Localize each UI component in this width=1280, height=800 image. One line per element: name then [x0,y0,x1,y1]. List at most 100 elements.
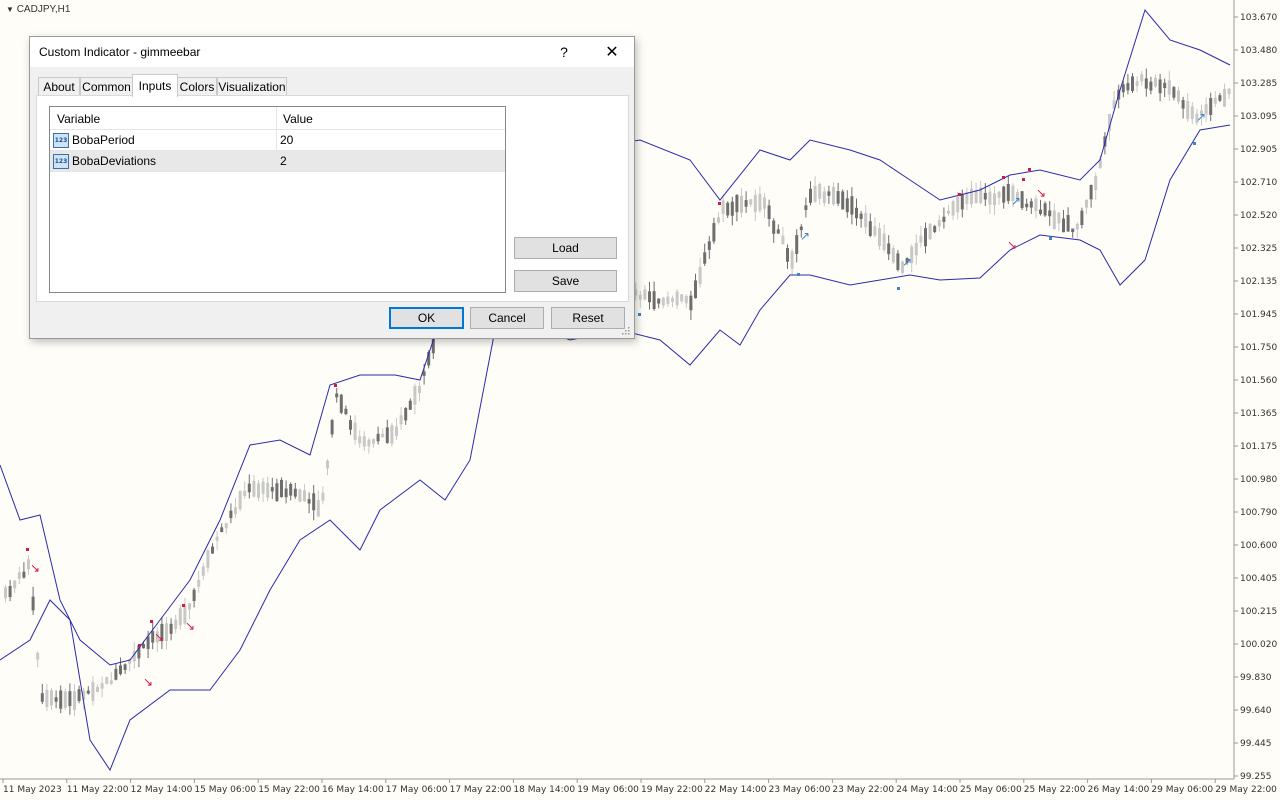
candle [1048,210,1052,217]
price-axis-label: 103.095 [1240,112,1277,122]
sell-arrow-icon: ↘ [185,619,195,633]
custom-indicator-dialog: Custom Indicator - gimmeebar ? ✕ About C… [29,36,635,339]
candle [827,191,831,196]
candle [753,195,757,212]
candle [339,394,343,413]
row-variable: BobaDeviations [72,154,157,168]
candle [266,482,270,498]
candle [924,228,927,247]
candle [413,386,417,405]
signal-dot [797,273,800,276]
candle [109,680,113,684]
candle [220,527,224,533]
candle [717,217,720,223]
tab-colors[interactable]: Colors [177,77,217,96]
candle [749,199,753,205]
close-icon[interactable]: ✕ [590,37,634,67]
candle [1140,74,1144,82]
sell-arrow-icon: ↘ [1007,238,1017,252]
candle [740,195,743,213]
candle [280,479,283,498]
candle [707,241,711,250]
signal-dot [26,548,29,551]
candle [197,579,201,587]
time-axis-label: 15 May 06:00 [194,785,256,795]
column-header-variable[interactable]: Variable [57,112,100,126]
123-icon: 123 [53,154,69,169]
candle [399,415,403,425]
time-axis-label: 22 May 14:00 [705,785,767,795]
cancel-button[interactable]: Cancel [470,307,544,329]
tab-about[interactable]: About [38,77,80,96]
table-row[interactable]: 123 BobaDeviations 2 [50,151,505,172]
inputs-panel: Variable Value 123 BobaPeriod 20 123 Bob… [36,95,629,302]
candle [721,200,725,214]
tab-common[interactable]: Common [80,77,133,96]
candle [1034,198,1038,212]
candle [763,197,766,209]
candle [257,483,260,498]
candle [390,425,394,444]
load-button[interactable]: Load [514,237,617,259]
time-axis-label: 25 May 06:00 [960,785,1022,795]
candle [192,589,196,601]
candle [77,689,81,702]
price-axis-label: 101.945 [1240,310,1277,320]
time-axis-label: 16 May 14:00 [322,785,384,795]
candle [105,677,109,684]
ok-button[interactable]: OK [389,307,464,329]
candle [956,196,960,213]
time-axis-label: 24 May 14:00 [896,785,958,795]
candle [1057,212,1061,224]
candle [896,253,900,270]
signal-dot [1002,176,1005,179]
candle [878,228,881,247]
candle [68,691,72,707]
candle [818,183,822,199]
candle [873,226,877,236]
row-value[interactable]: 20 [280,133,293,147]
candle [119,665,122,675]
candle [293,488,297,497]
save-button[interactable]: Save [514,270,617,292]
signal-dot [1028,168,1031,171]
candle [671,298,674,302]
candle [1085,199,1088,208]
candle [809,188,812,203]
signal-dot [897,287,900,290]
candle [776,229,780,234]
candle [1006,183,1010,201]
row-variable: BobaPeriod [72,133,135,147]
sell-arrow-icon: ↘ [1036,186,1046,200]
dropdown-triangle-icon[interactable]: ▼ [6,5,14,14]
candle [1075,223,1079,230]
time-axis-label: 25 May 22:00 [1024,785,1086,795]
resize-grip-icon[interactable] [622,327,630,335]
candle [855,207,858,219]
candle [86,690,90,694]
candle [206,550,210,568]
candle [404,408,408,421]
candle [146,636,150,649]
candle [712,223,716,242]
candle [790,251,794,269]
candle [284,488,288,498]
candle [845,198,849,213]
candle [367,439,371,447]
candle [767,205,771,220]
reset-button[interactable]: Reset [551,307,625,329]
tab-visualization[interactable]: Visualization [217,77,287,96]
candle [1043,203,1047,216]
help-button[interactable]: ? [542,37,586,67]
column-header-value[interactable]: Value [283,112,313,126]
candle [100,683,104,689]
candle [648,291,651,303]
candle [942,216,946,222]
time-axis-label: 26 May 14:00 [1088,785,1150,795]
row-value[interactable]: 2 [280,154,287,168]
candle [1089,184,1093,200]
table-row[interactable]: 123 BobaPeriod 20 [50,130,505,151]
candle [1131,76,1134,92]
tab-inputs[interactable]: Inputs [132,74,178,97]
candle [215,536,219,541]
